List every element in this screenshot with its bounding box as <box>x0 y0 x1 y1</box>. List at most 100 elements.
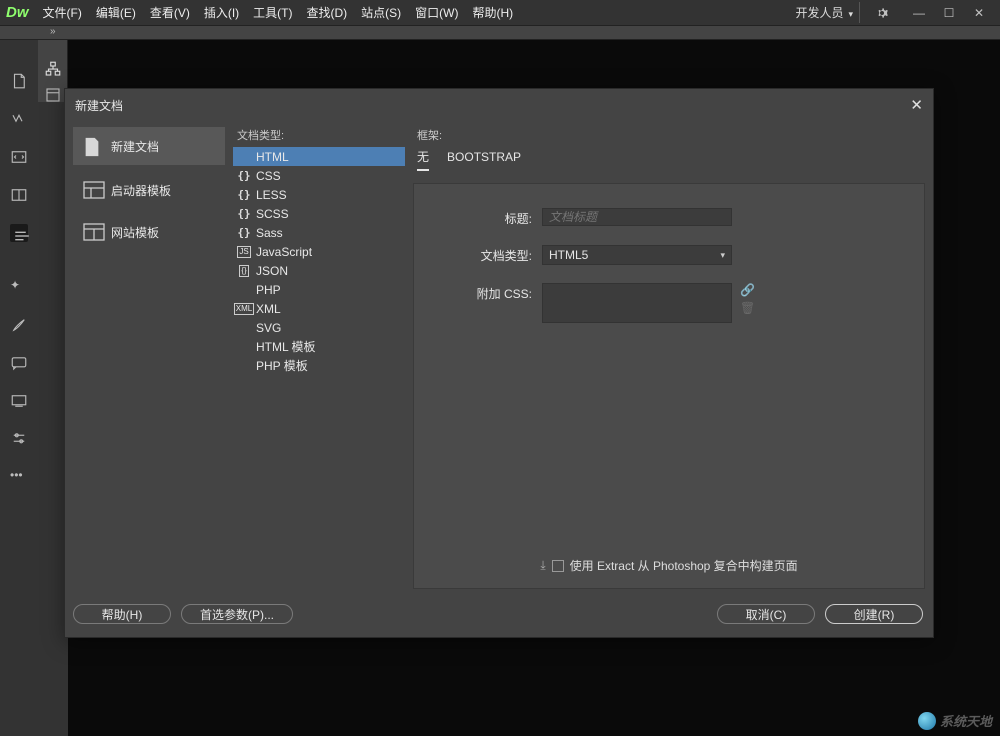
menu-view[interactable]: 查看(V) <box>150 4 190 21</box>
preferences-button[interactable]: 首选参数(P)... <box>181 604 293 624</box>
doctype-item-php[interactable]: PHP <box>233 280 405 299</box>
link-icon[interactable]: 🔗 <box>740 283 755 297</box>
doctype-icon: {} <box>237 226 251 240</box>
doctype-icon <box>237 340 251 354</box>
doctype-item-svg[interactable]: SVG <box>233 318 405 337</box>
page-icon <box>83 137 101 155</box>
doctype-label: LESS <box>256 188 287 202</box>
doctype-item-less[interactable]: {}LESS <box>233 185 405 204</box>
asset-icon[interactable] <box>44 86 62 104</box>
watermark: 系统天地 <box>918 711 992 730</box>
doctype-item-scss[interactable]: {} SCSS <box>233 204 405 223</box>
attach-css-list[interactable] <box>542 283 732 323</box>
category-label: 新建文档 <box>111 138 159 155</box>
doctype-item-javascript[interactable]: JS JavaScript <box>233 242 405 261</box>
menu-help[interactable]: 帮助(H) <box>472 4 513 21</box>
dialog-title-text: 新建文档 <box>75 99 123 113</box>
chevron-down-icon: ▾ <box>720 250 725 261</box>
close-icon[interactable]: ✕ <box>910 96 923 114</box>
gear-icon[interactable] <box>874 5 890 21</box>
framework-heading: 框架: <box>413 127 925 143</box>
doctype-select[interactable]: HTML5 ▾ <box>542 245 732 265</box>
doctype-select-label: 文档类型: <box>434 245 542 264</box>
doctype-item-xml[interactable]: XMLXML <box>233 299 405 318</box>
create-button[interactable]: 创建(R) <box>825 604 923 624</box>
doctype-label: Sass <box>256 226 283 240</box>
doctype-label: JSON <box>256 264 288 278</box>
menu-edit[interactable]: 编辑(E) <box>96 4 136 21</box>
doctype-item-json[interactable]: {}JSON <box>233 261 405 280</box>
menu-file[interactable]: 文件(F) <box>43 4 82 21</box>
doctype-item-php-模板[interactable]: PHP 模板 <box>233 356 405 375</box>
doctype-icon: {} <box>237 207 251 221</box>
framework-column: 框架: 无 BOOTSTRAP 标题: 文档类型: HTML5 ▾ <box>413 127 925 589</box>
app-logo: Dw <box>6 4 29 21</box>
category-new-document[interactable]: 新建文档 <box>73 127 225 165</box>
doctype-list[interactable]: HTML {}CSS{}LESS {} SCSS {} Sass JS JavaScript {… <box>233 147 405 589</box>
extract-icon: ⤓ <box>540 558 545 573</box>
manage-sites-icon[interactable] <box>10 110 28 128</box>
doctype-item-sass[interactable]: {} Sass <box>233 223 405 242</box>
globe-icon <box>918 712 936 730</box>
trash-icon[interactable]: 🗑 <box>740 301 755 315</box>
doctype-label: SVG <box>256 321 281 335</box>
title-label: 标题: <box>434 208 542 227</box>
code-icon[interactable] <box>10 148 28 166</box>
doctype-item-html[interactable]: HTML <box>233 147 405 166</box>
doctype-icon <box>237 283 251 297</box>
brush-icon[interactable] <box>10 316 28 334</box>
help-button[interactable]: 帮助(H) <box>73 604 171 624</box>
category-list: 新建文档 启动器模板 网站模板 <box>73 127 225 589</box>
split-icon[interactable] <box>10 186 28 204</box>
doctype-icon <box>237 321 251 335</box>
doctype-heading: 文档类型: <box>233 127 405 143</box>
comment-icon[interactable] <box>10 354 28 372</box>
tab-none[interactable]: 无 <box>417 148 429 171</box>
framework-tabs: 无 BOOTSTRAP <box>413 147 925 171</box>
cancel-button[interactable]: 取消(C) <box>717 604 815 624</box>
expand-icon[interactable] <box>10 392 28 410</box>
doctype-select-value: HTML5 <box>549 248 588 262</box>
doctype-item-html-模板[interactable]: HTML 模板 <box>233 337 405 356</box>
site-template-icon <box>83 223 101 241</box>
doctype-icon <box>237 359 251 373</box>
menu-bar: 文件(F) 编辑(E) 查看(V) 插入(I) 工具(T) 查找(D) 站点(S… <box>43 4 514 21</box>
doctype-icon: JS <box>237 245 251 259</box>
category-site-templates[interactable]: 网站模板 <box>73 213 225 251</box>
category-label: 启动器模板 <box>111 182 171 199</box>
title-input[interactable] <box>542 208 732 226</box>
menu-find[interactable]: 查找(D) <box>306 4 347 21</box>
wand-icon[interactable]: ✦ <box>10 278 28 296</box>
doctype-column: 文档类型: HTML {}CSS{}LESS {} SCSS {} Sass JS JavaS… <box>233 127 405 589</box>
template-grid-icon <box>83 181 101 199</box>
extract-label: 使用 Extract 从 Photoshop 复合中构建页面 <box>570 557 798 574</box>
doctype-label: XML <box>256 302 281 316</box>
category-label: 网站模板 <box>111 224 159 241</box>
dialog-titlebar: 新建文档 ✕ <box>65 89 933 119</box>
minimize-button[interactable]: — <box>904 3 934 23</box>
panel-overflow-strip: » <box>0 26 1000 40</box>
sitemap-icon[interactable] <box>44 60 62 78</box>
workspace-switcher[interactable]: 开发人员▾ <box>789 2 860 23</box>
settings-icon[interactable] <box>10 430 28 448</box>
doctype-label: JavaScript <box>256 245 312 259</box>
close-window-button[interactable]: ✕ <box>964 3 994 23</box>
tab-bootstrap[interactable]: BOOTSTRAP <box>447 150 521 168</box>
extract-checkbox[interactable] <box>552 560 564 572</box>
menu-insert[interactable]: 插入(I) <box>204 4 239 21</box>
menu-tools[interactable]: 工具(T) <box>253 4 292 21</box>
more-icon[interactable]: ••• <box>10 468 28 486</box>
doctype-label: SCSS <box>256 207 289 221</box>
doctype-label: HTML <box>256 150 289 164</box>
menu-window[interactable]: 窗口(W) <box>415 4 458 21</box>
doctype-label: HTML 模板 <box>256 338 316 355</box>
menu-site[interactable]: 站点(S) <box>361 4 401 21</box>
category-starter-templates[interactable]: 启动器模板 <box>73 171 225 209</box>
doctype-item-css[interactable]: {}CSS <box>233 166 405 185</box>
doctype-label: CSS <box>256 169 281 183</box>
live-icon[interactable] <box>10 224 28 242</box>
doctype-icon <box>237 150 251 164</box>
doctype-label: PHP 模板 <box>256 357 308 374</box>
file-icon[interactable] <box>10 72 28 90</box>
maximize-button[interactable]: ☐ <box>934 3 964 23</box>
